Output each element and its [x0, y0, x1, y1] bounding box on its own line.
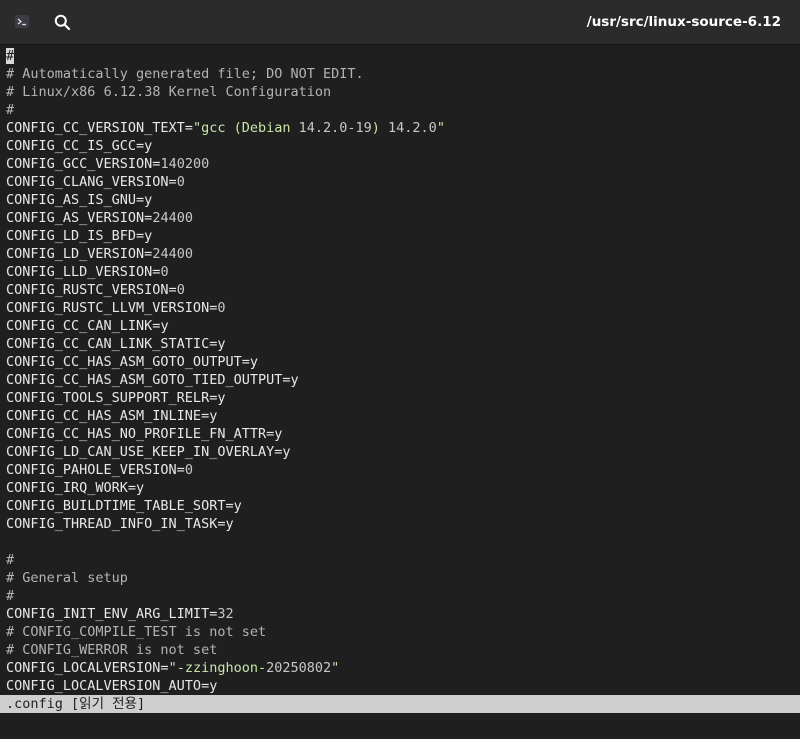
editor-line: CONFIG_CC_IS_GCC=y: [6, 138, 153, 154]
editor-line: #: [6, 552, 15, 568]
editor-line: # CONFIG_WERROR is not set: [6, 642, 218, 658]
editor-line: #: [6, 588, 15, 604]
editor-line: CONFIG_CC_HAS_ASM_INLINE=y: [6, 408, 218, 424]
search-icon[interactable]: [54, 14, 71, 31]
editor-lines: # # Automatically generated file; DO NOT …: [6, 47, 445, 694]
window-title: /usr/src/linux-source-6.12: [586, 14, 781, 30]
editor-line: CONFIG_LLD_VERSION=0: [6, 264, 169, 280]
editor-line: #: [6, 47, 445, 65]
title-bar: /usr/src/linux-source-6.12: [0, 0, 800, 45]
editor-line: CONFIG_CLANG_VERSION=0: [6, 174, 185, 190]
editor-line: # CONFIG_COMPILE_TEST is not set: [6, 624, 267, 640]
editor-line: # Linux/x86 6.12.38 Kernel Configuration: [6, 84, 332, 100]
text-cursor: #: [6, 48, 15, 64]
editor-line: CONFIG_INIT_ENV_ARG_LIMIT=32: [6, 606, 234, 622]
editor-line: CONFIG_LD_VERSION=24400: [6, 246, 193, 262]
editor-line: #: [6, 102, 15, 118]
editor-line: CONFIG_IRQ_WORK=y: [6, 480, 145, 496]
editor-line: CONFIG_LOCALVERSION="-zzinghoon-20250802…: [6, 660, 340, 676]
editor-line: CONFIG_CC_HAS_ASM_GOTO_TIED_OUTPUT=y: [6, 372, 299, 388]
editor-line: CONFIG_THREAD_INFO_IN_TASK=y: [6, 516, 234, 532]
editor-line: CONFIG_CC_CAN_LINK=y: [6, 318, 169, 334]
editor-line: CONFIG_PAHOLE_VERSION=0: [6, 462, 193, 478]
command-line[interactable]: [0, 713, 800, 739]
editor-line: # Automatically generated file; DO NOT E…: [6, 66, 364, 82]
editor-line: CONFIG_TOOLS_SUPPORT_RELR=y: [6, 390, 226, 406]
status-bar: .config [읽기 전용]: [0, 695, 800, 713]
editor-line: CONFIG_BUILDTIME_TABLE_SORT=y: [6, 498, 242, 514]
editor-line: CONFIG_GCC_VERSION=140200: [6, 156, 210, 172]
editor-line: CONFIG_CC_HAS_NO_PROFILE_FN_ATTR=y: [6, 426, 283, 442]
editor-line: CONFIG_LD_CAN_USE_KEEP_IN_OVERLAY=y: [6, 444, 291, 460]
terminal-window: /usr/src/linux-source-6.12 # # Automatica…: [0, 0, 800, 739]
editor-line: CONFIG_AS_VERSION=24400: [6, 210, 193, 226]
editor-line: CONFIG_AS_IS_GNU=y: [6, 192, 153, 208]
editor-line: CONFIG_CC_CAN_LINK_STATIC=y: [6, 336, 226, 352]
status-text: .config [읽기 전용]: [6, 696, 146, 712]
editor-line: CONFIG_RUSTC_LLVM_VERSION=0: [6, 300, 226, 316]
editor-line: CONFIG_CC_HAS_ASM_GOTO_OUTPUT=y: [6, 354, 258, 370]
editor-content[interactable]: # # Automatically generated file; DO NOT …: [0, 46, 800, 694]
editor-line: CONFIG_RUSTC_VERSION=0: [6, 282, 185, 298]
terminal-icon[interactable]: [15, 15, 29, 28]
editor-line: CONFIG_CC_VERSION_TEXT="gcc (Debian 14.2…: [6, 120, 445, 136]
editor-line: CONFIG_LOCALVERSION_AUTO=y: [6, 678, 218, 694]
editor-line: CONFIG_LD_IS_BFD=y: [6, 228, 153, 244]
editor-line: # General setup: [6, 570, 128, 586]
